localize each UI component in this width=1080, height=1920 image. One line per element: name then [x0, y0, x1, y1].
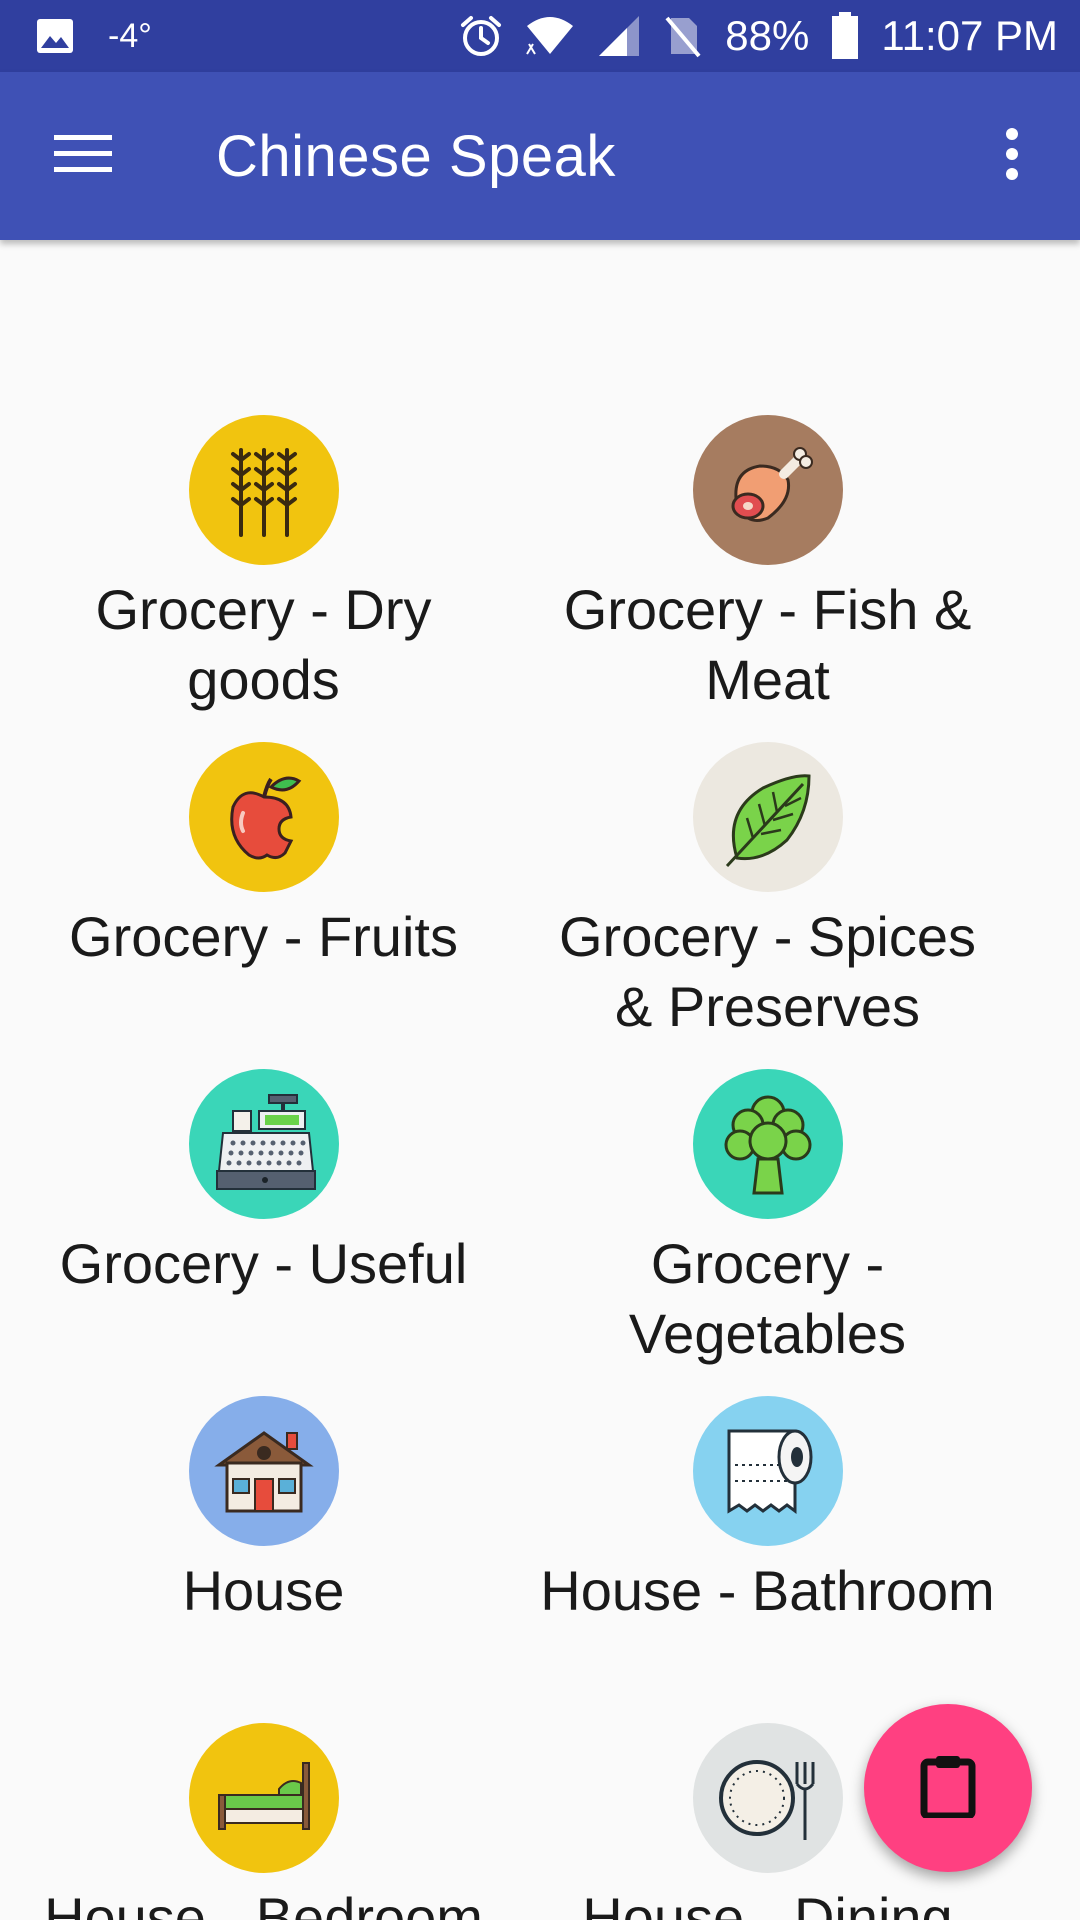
category-label: Grocery - Fish & Meat — [563, 578, 972, 711]
app-title: Chinese Speak — [216, 123, 616, 189]
signal-icon — [597, 14, 641, 58]
temperature-text: -4° — [108, 16, 152, 55]
category-label: Grocery - Useful — [59, 1232, 468, 1295]
more-vert-icon — [1004, 127, 1020, 185]
menu-button[interactable] — [28, 101, 138, 211]
category-house-bathroom[interactable]: House - Bathroom — [515, 1396, 1020, 1626]
status-bar: -4° 88% 11:07 PM — [0, 0, 1080, 72]
category-label: Grocery - Fruits — [69, 905, 458, 968]
plate-fork-icon — [692, 1723, 843, 1873]
wheat-icon — [188, 415, 339, 565]
image-icon — [36, 18, 74, 54]
category-label: House — [182, 1559, 345, 1622]
alarm-icon — [459, 14, 503, 58]
cash-register-icon — [188, 1069, 339, 1219]
category-house-bedroom[interactable]: House - Bedroom — [11, 1723, 516, 1920]
broccoli-icon — [692, 1069, 843, 1219]
clock-time: 11:07 PM — [881, 12, 1058, 59]
overflow-menu-button[interactable] — [982, 101, 1042, 211]
category-grocery-fruits[interactable]: Grocery - Fruits — [11, 742, 516, 972]
category-grid: Grocery - Dry goods Grocery - Fish & Mea… — [0, 240, 1080, 1920]
category-grocery-spices-preserves[interactable]: Grocery - Spices & Preserves — [515, 742, 1020, 1042]
battery-icon — [831, 12, 859, 60]
apple-icon — [188, 742, 339, 892]
category-grocery-dry-goods[interactable]: Grocery - Dry goods — [11, 415, 516, 715]
meat-leg-icon — [692, 415, 843, 565]
category-label: Grocery - Vegetables — [628, 1232, 907, 1365]
category-label: Grocery - Spices & Preserves — [559, 905, 976, 1038]
app-bar: Chinese Speak — [0, 72, 1080, 240]
leaf-icon — [692, 742, 843, 892]
category-grocery-useful[interactable]: Grocery - Useful — [11, 1069, 516, 1299]
category-label: House - Bathroom — [540, 1559, 995, 1622]
category-label: Grocery - Dry goods — [95, 578, 432, 711]
battery-percent: 88% — [725, 12, 810, 59]
category-grocery-vegetables[interactable]: Grocery - Vegetables — [515, 1069, 1020, 1369]
category-grocery-fish-meat[interactable]: Grocery - Fish & Meat — [515, 415, 1020, 715]
no-sim-icon — [663, 14, 703, 58]
wifi-icon — [525, 14, 575, 58]
bed-icon — [188, 1723, 339, 1873]
toilet-paper-icon — [692, 1396, 843, 1546]
hamburger-menu-icon — [54, 133, 112, 180]
category-house[interactable]: House — [11, 1396, 516, 1626]
clipboard-icon — [920, 1754, 976, 1823]
category-label: House - Dining — [582, 1886, 953, 1920]
house-icon — [188, 1396, 339, 1546]
category-label: House - Bedroom — [44, 1886, 483, 1920]
clipboard-fab-button[interactable] — [864, 1704, 1032, 1872]
